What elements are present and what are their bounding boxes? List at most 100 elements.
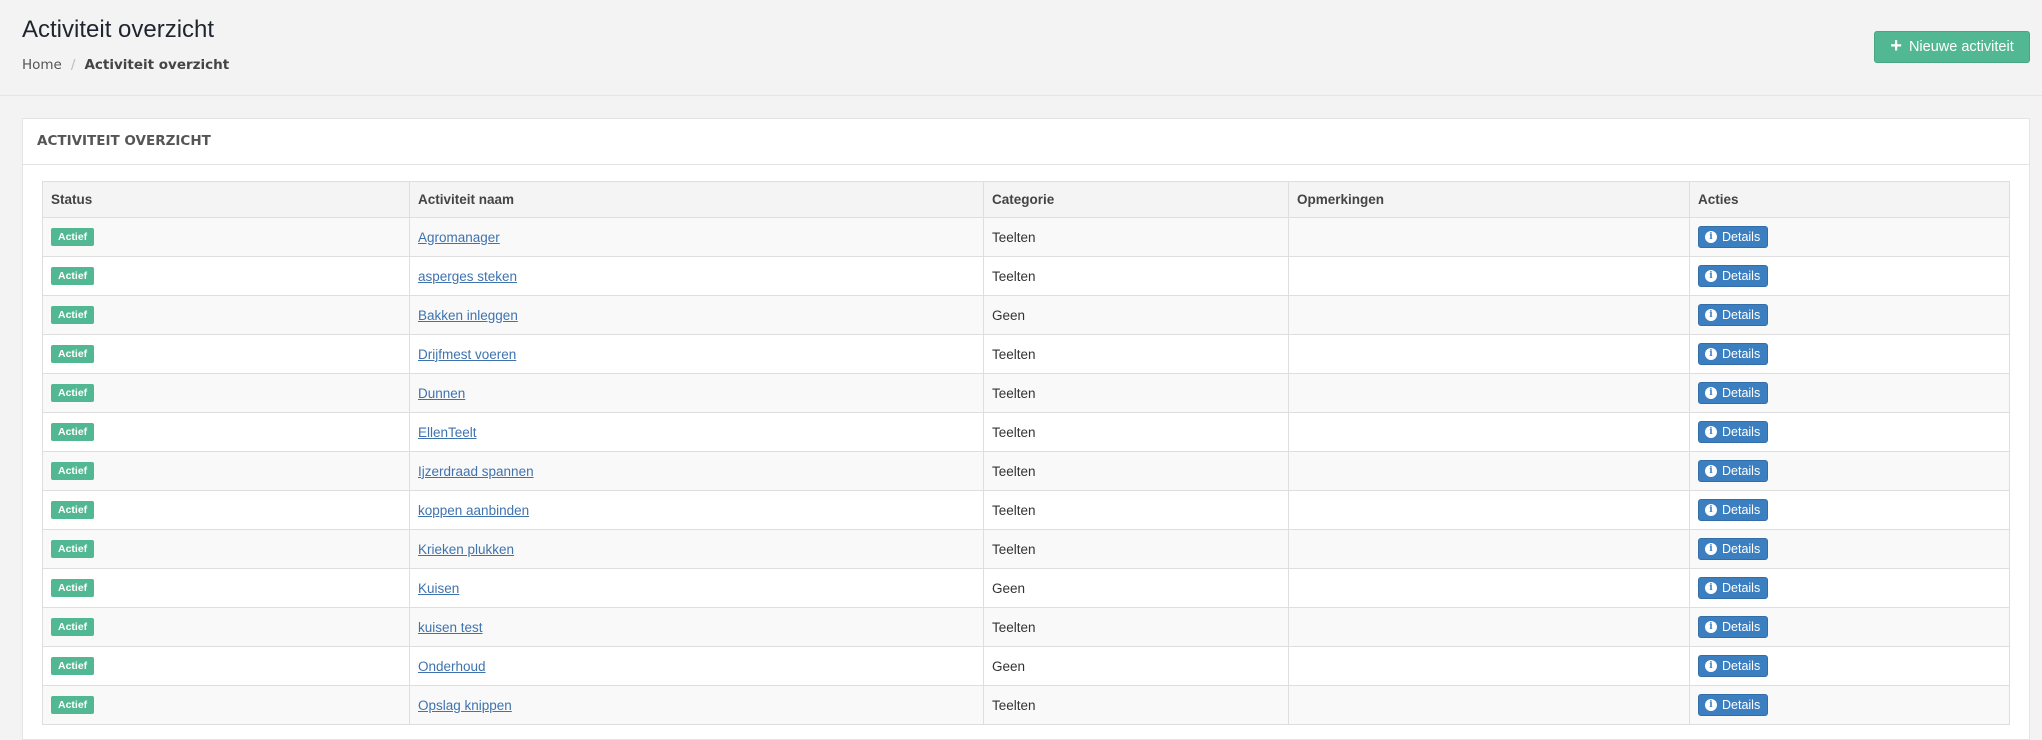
actions-cell: i Details xyxy=(1689,217,2010,257)
activity-name-link[interactable]: Opslag knippen xyxy=(418,698,512,713)
details-button[interactable]: i Details xyxy=(1698,577,1769,599)
details-button[interactable]: i Details xyxy=(1698,226,1769,248)
breadcrumb-separator: / xyxy=(70,57,76,73)
details-button-label: Details xyxy=(1722,581,1761,595)
activity-name-link[interactable]: Ijzerdraad spannen xyxy=(418,464,534,479)
table-row: Actief asperges steken Teelten i Details xyxy=(42,256,2010,296)
name-cell: Dunnen xyxy=(409,373,984,413)
actions-cell: i Details xyxy=(1689,607,2010,647)
table-row: Actief kuisen test Teelten i Details xyxy=(42,607,2010,647)
table-row: Actief Drijfmest voeren Teelten i Details xyxy=(42,334,2010,374)
actions-cell: i Details xyxy=(1689,334,2010,374)
actions-cell: i Details xyxy=(1689,646,2010,686)
activity-name-link[interactable]: kuisen test xyxy=(418,620,483,635)
activity-name-link[interactable]: EllenTeelt xyxy=(418,425,477,440)
details-button[interactable]: i Details xyxy=(1698,343,1769,365)
info-icon: i xyxy=(1705,387,1717,399)
activity-name-link[interactable]: Agromanager xyxy=(418,230,500,245)
category-cell: Teelten xyxy=(983,529,1289,569)
column-header-status[interactable]: Status xyxy=(42,181,410,218)
status-cell: Actief xyxy=(42,334,410,374)
status-badge: Actief xyxy=(51,540,95,558)
details-button-label: Details xyxy=(1722,698,1761,712)
column-header-actions: Acties xyxy=(1689,181,2010,218)
activity-name-link[interactable]: Dunnen xyxy=(418,386,465,401)
details-button[interactable]: i Details xyxy=(1698,694,1769,716)
name-cell: Bakken inleggen xyxy=(409,295,984,335)
status-badge: Actief xyxy=(51,384,95,402)
details-button[interactable]: i Details xyxy=(1698,460,1769,482)
status-badge: Actief xyxy=(51,345,95,363)
column-header-category[interactable]: Categorie xyxy=(983,181,1289,218)
info-icon: i xyxy=(1705,231,1717,243)
activity-name-link[interactable]: Bakken inleggen xyxy=(418,308,518,323)
actions-cell: i Details xyxy=(1689,490,2010,530)
name-cell: Agromanager xyxy=(409,217,984,257)
column-header-name[interactable]: Activiteit naam xyxy=(409,181,984,218)
status-badge: Actief xyxy=(51,306,95,324)
breadcrumb-home-link[interactable]: Home xyxy=(22,57,62,73)
status-badge: Actief xyxy=(51,267,95,285)
details-button-label: Details xyxy=(1722,386,1761,400)
activity-name-link[interactable]: Krieken plukken xyxy=(418,542,514,557)
category-cell: Teelten xyxy=(983,490,1289,530)
name-cell: koppen aanbinden xyxy=(409,490,984,530)
table-body: Actief Agromanager Teelten i Details Actief as… xyxy=(42,217,2010,725)
details-button[interactable]: i Details xyxy=(1698,499,1769,521)
activity-name-link[interactable]: Onderhoud xyxy=(418,659,486,674)
status-badge: Actief xyxy=(51,579,95,597)
info-icon: i xyxy=(1705,582,1717,594)
category-cell: Teelten xyxy=(983,334,1289,374)
details-button[interactable]: i Details xyxy=(1698,421,1769,443)
breadcrumb: Home / Activiteit overzicht xyxy=(22,57,229,73)
activity-name-link[interactable]: asperges steken xyxy=(418,269,517,284)
details-button-label: Details xyxy=(1722,347,1761,361)
remarks-cell xyxy=(1288,607,1690,647)
category-cell: Teelten xyxy=(983,373,1289,413)
actions-cell: i Details xyxy=(1689,256,2010,296)
info-icon: i xyxy=(1705,699,1717,711)
activity-name-link[interactable]: Drijfmest voeren xyxy=(418,347,516,362)
new-activity-button[interactable]: + Nieuwe activiteit xyxy=(1874,31,2030,63)
details-button[interactable]: i Details xyxy=(1698,304,1769,326)
category-cell: Teelten xyxy=(983,451,1289,491)
info-icon: i xyxy=(1705,543,1717,555)
actions-cell: i Details xyxy=(1689,685,2010,725)
details-button[interactable]: i Details xyxy=(1698,382,1769,404)
status-badge: Actief xyxy=(51,462,95,480)
table-row: Actief Ijzerdraad spannen Teelten i Details xyxy=(42,451,2010,491)
details-button[interactable]: i Details xyxy=(1698,655,1769,677)
table-row: Actief Onderhoud Geen i Details xyxy=(42,646,2010,686)
actions-cell: i Details xyxy=(1689,568,2010,608)
remarks-cell xyxy=(1288,217,1690,257)
info-icon: i xyxy=(1705,660,1717,672)
details-button[interactable]: i Details xyxy=(1698,265,1769,287)
remarks-cell xyxy=(1288,490,1690,530)
status-cell: Actief xyxy=(42,646,410,686)
status-cell: Actief xyxy=(42,685,410,725)
activity-name-link[interactable]: Kuisen xyxy=(418,581,459,596)
name-cell: Opslag knippen xyxy=(409,685,984,725)
status-cell: Actief xyxy=(42,412,410,452)
status-badge: Actief xyxy=(51,501,95,519)
category-cell: Teelten xyxy=(983,256,1289,296)
status-cell: Actief xyxy=(42,373,410,413)
category-cell: Geen xyxy=(983,646,1289,686)
category-cell: Teelten xyxy=(983,607,1289,647)
remarks-cell xyxy=(1288,256,1690,296)
category-cell: Teelten xyxy=(983,217,1289,257)
activity-name-link[interactable]: koppen aanbinden xyxy=(418,503,529,518)
remarks-cell xyxy=(1288,685,1690,725)
actions-cell: i Details xyxy=(1689,295,2010,335)
activity-table: Status Activiteit naam Categorie Opmerki… xyxy=(42,181,2010,725)
details-button[interactable]: i Details xyxy=(1698,538,1769,560)
status-cell: Actief xyxy=(42,256,410,296)
table-row: Actief Krieken plukken Teelten i Details xyxy=(42,529,2010,569)
page-title: Activiteit overzicht xyxy=(22,16,215,43)
info-icon: i xyxy=(1705,465,1717,477)
details-button-label: Details xyxy=(1722,659,1761,673)
table-row: Actief EllenTeelt Teelten i Details xyxy=(42,412,2010,452)
column-header-remarks[interactable]: Opmerkingen xyxy=(1288,181,1690,218)
category-cell: Geen xyxy=(983,568,1289,608)
details-button[interactable]: i Details xyxy=(1698,616,1769,638)
